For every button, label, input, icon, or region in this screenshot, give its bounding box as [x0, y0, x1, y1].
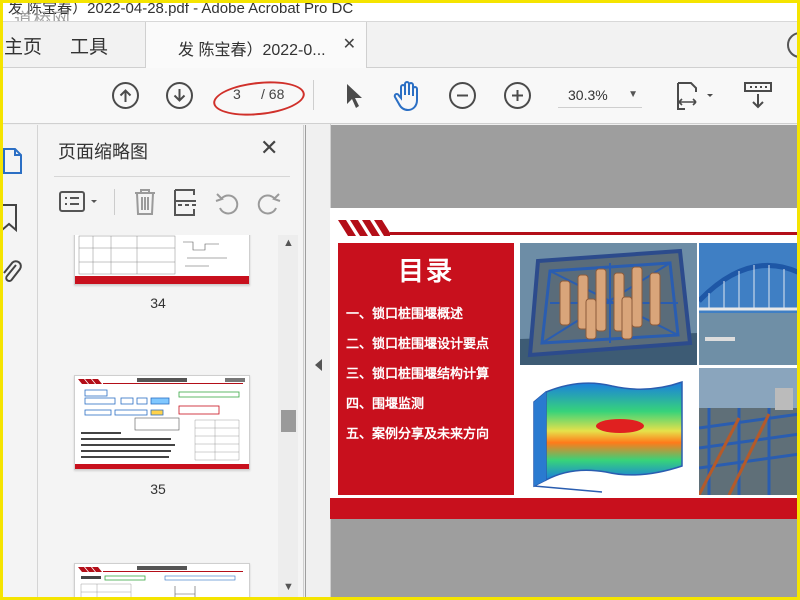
zoom-value: 30.3%	[568, 87, 608, 103]
left-navigation-rail	[0, 125, 38, 600]
rotate-right-icon[interactable]	[254, 189, 282, 217]
tab-document[interactable]: 发 陈宝春）2022-0... ✕	[145, 22, 367, 69]
document-tab-label: 发 陈宝春）2022-0...	[178, 42, 326, 59]
construction-site-photo	[699, 368, 800, 495]
watermark-logo: 道桥网	[14, 10, 71, 22]
tab-strip: 主页 工具 发 陈宝春）2022-0... ✕	[0, 22, 800, 69]
next-page-button[interactable]	[166, 82, 193, 109]
toc-heading: 目录	[397, 257, 454, 287]
table-of-contents: 目录 一、锁口桩围堰概述 二、锁口桩围堰设计要点 三、锁口桩围堰结构计算 四、围…	[338, 243, 514, 495]
zoom-dropdown[interactable]: 30.3% ▼	[558, 86, 642, 108]
delete-page-icon[interactable]	[132, 187, 158, 217]
arrow-down-icon	[173, 89, 186, 102]
panel-title: 页面缩略图	[58, 142, 148, 162]
minus-icon	[457, 94, 468, 97]
tab-home[interactable]: 主页	[4, 32, 42, 59]
page-thumbnails-panel: 页面缩略图 ✕ 34 35 ▲ ▼	[38, 125, 304, 600]
arch-bridge-photo	[699, 243, 800, 365]
toolbar-divider	[313, 80, 314, 110]
thumbnail-toolbar	[58, 185, 298, 221]
zoom-out-button[interactable]	[449, 82, 476, 109]
plus-icon	[512, 90, 523, 101]
annotation-ellipse	[211, 77, 307, 120]
main-toolbar: 3 / 68 30.3% ▼	[0, 68, 800, 124]
rotate-left-icon[interactable]	[214, 189, 242, 217]
cofferdam-photo	[520, 243, 697, 365]
page-36-preview	[78, 566, 243, 600]
thumbnail-page-35[interactable]	[74, 375, 250, 470]
close-tab-icon[interactable]: ✕	[343, 34, 356, 54]
window-title-bar: 发 陈宝春）2022-04-28.pdf - Adobe Acrobat Pro…	[0, 0, 800, 22]
hand-tool-icon[interactable]	[393, 80, 423, 112]
chevron-left-icon	[315, 359, 322, 371]
scroll-down-icon[interactable]: ▼	[283, 581, 294, 593]
expand-icon[interactable]	[787, 32, 800, 58]
scroll-mode-icon[interactable]	[742, 80, 774, 112]
tab-tools[interactable]: 工具	[70, 32, 108, 59]
bookmark-icon[interactable]	[0, 203, 20, 233]
attachment-icon[interactable]	[0, 257, 24, 289]
toc-item: 四、围堰监测	[346, 397, 425, 412]
page-35-preview	[75, 378, 249, 469]
zoom-in-button[interactable]	[504, 82, 531, 109]
page-34-preview	[75, 235, 249, 284]
select-arrow-icon[interactable]	[344, 82, 364, 110]
thumbnail-page-34[interactable]	[74, 235, 250, 285]
scrollbar-thumb[interactable]	[281, 410, 296, 432]
slide-footer-bar	[330, 498, 800, 519]
thumbnail-scrollbar[interactable]: ▲ ▼	[278, 235, 298, 600]
toc-item: 五、案例分享及未来方向	[346, 427, 490, 442]
chevron-down-icon: ▼	[628, 89, 638, 100]
thumbnail-number: 34	[150, 295, 166, 311]
rotate-extract-icon[interactable]	[172, 187, 200, 217]
collapse-panel-handle[interactable]	[306, 124, 331, 600]
page-fit-icon[interactable]	[674, 80, 718, 114]
pdf-page: 目录 一、锁口桩围堰概述 二、锁口桩围堰设计要点 三、锁口桩围堰结构计算 四、围…	[330, 208, 800, 519]
thumbnail-number: 35	[150, 481, 166, 497]
thumbnail-page-36[interactable]	[74, 563, 250, 600]
toc-item: 三、锁口桩围堰结构计算	[346, 367, 490, 382]
toc-item: 二、锁口桩围堰设计要点	[346, 337, 490, 352]
close-panel-icon[interactable]: ✕	[260, 135, 278, 161]
slide-header-stripes	[338, 220, 390, 236]
arrow-up-icon	[119, 89, 132, 102]
panel-divider	[54, 176, 290, 177]
toc-item: 一、锁口桩围堰概述	[346, 307, 464, 322]
slide-header-line	[390, 232, 800, 235]
toolbar-separator	[114, 189, 115, 215]
page-thumbnails-icon[interactable]	[2, 147, 24, 175]
options-menu-icon[interactable]	[58, 189, 104, 215]
previous-page-button[interactable]	[112, 82, 139, 109]
fem-model-image	[520, 368, 697, 495]
scroll-up-icon[interactable]: ▲	[283, 237, 294, 249]
thumbnail-list: 34 35	[38, 235, 278, 600]
